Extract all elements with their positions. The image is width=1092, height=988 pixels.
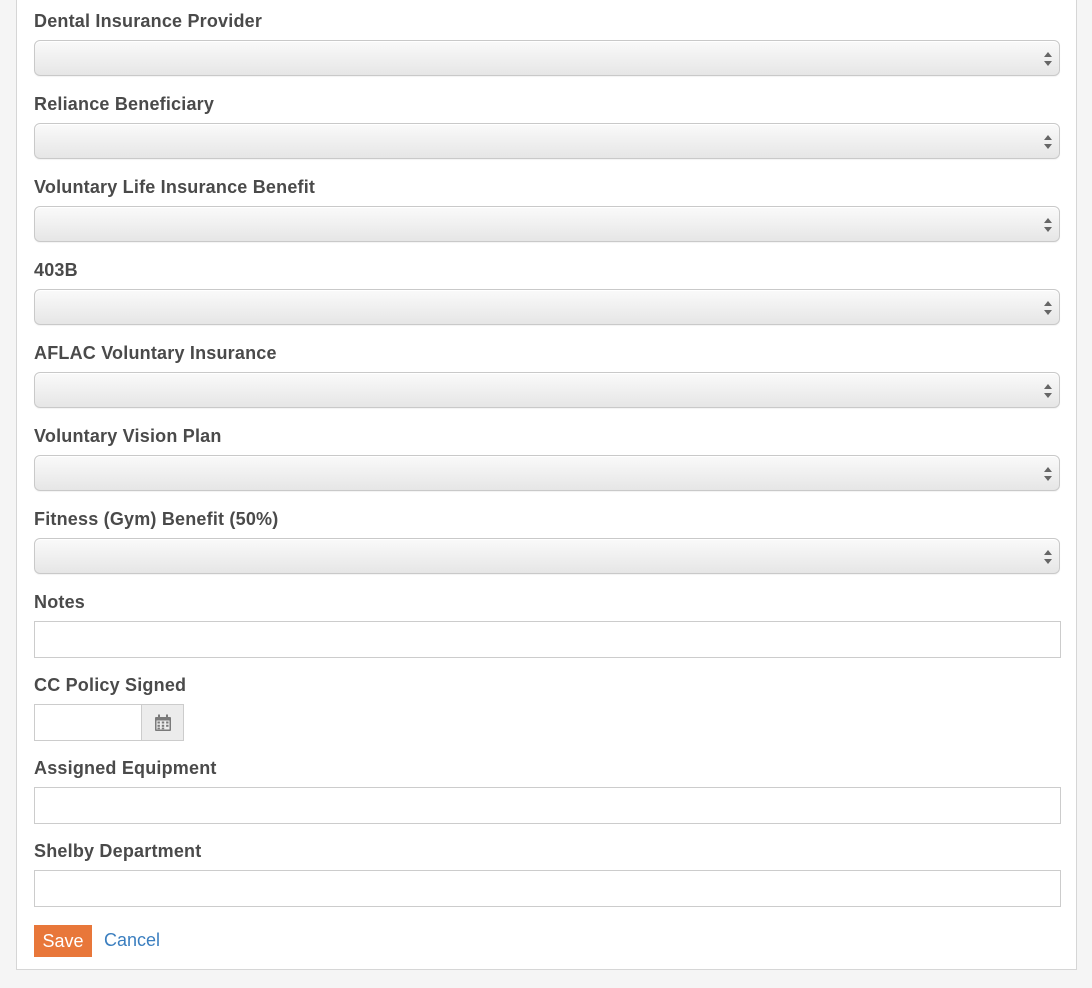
notes-label: Notes [34,592,86,612]
select-arrows-icon [1044,467,1052,481]
calendar-icon [154,714,171,731]
cc-policy-label: CC Policy Signed [34,675,187,695]
notes-input[interactable] [34,621,1061,658]
voluntary-life-select[interactable] [34,206,1060,242]
reliance-beneficiary-select[interactable] [34,123,1060,159]
shelby-department-input[interactable] [34,870,1061,907]
reliance-beneficiary-label: Reliance Beneficiary [34,94,215,114]
cancel-link[interactable]: Cancel [104,930,160,951]
b403-select[interactable] [34,289,1060,325]
cc-policy-date-input[interactable] [34,704,142,741]
date-picker-button[interactable] [141,704,184,741]
select-arrows-icon [1044,550,1052,564]
vision-plan-label: Voluntary Vision Plan [34,426,222,446]
aflac-select[interactable] [34,372,1060,408]
aflac-label: AFLAC Voluntary Insurance [34,343,277,363]
form-panel: Dental Insurance Provider Reliance Benef… [16,0,1077,970]
select-arrows-icon [1044,301,1052,315]
fitness-benefit-select[interactable] [34,538,1060,574]
select-arrows-icon [1044,218,1052,232]
b403-label: 403B [34,260,78,280]
select-arrows-icon [1044,384,1052,398]
select-arrows-icon [1044,52,1052,66]
dental-insurance-select[interactable] [34,40,1060,76]
shelby-department-label: Shelby Department [34,841,202,861]
save-button[interactable]: Save [34,925,92,957]
voluntary-life-label: Voluntary Life Insurance Benefit [34,177,316,197]
assigned-equipment-label: Assigned Equipment [34,758,217,778]
vision-plan-select[interactable] [34,455,1060,491]
fitness-benefit-label: Fitness (Gym) Benefit (50%) [34,509,279,529]
assigned-equipment-input[interactable] [34,787,1061,824]
select-arrows-icon [1044,135,1052,149]
dental-insurance-label: Dental Insurance Provider [34,11,263,31]
